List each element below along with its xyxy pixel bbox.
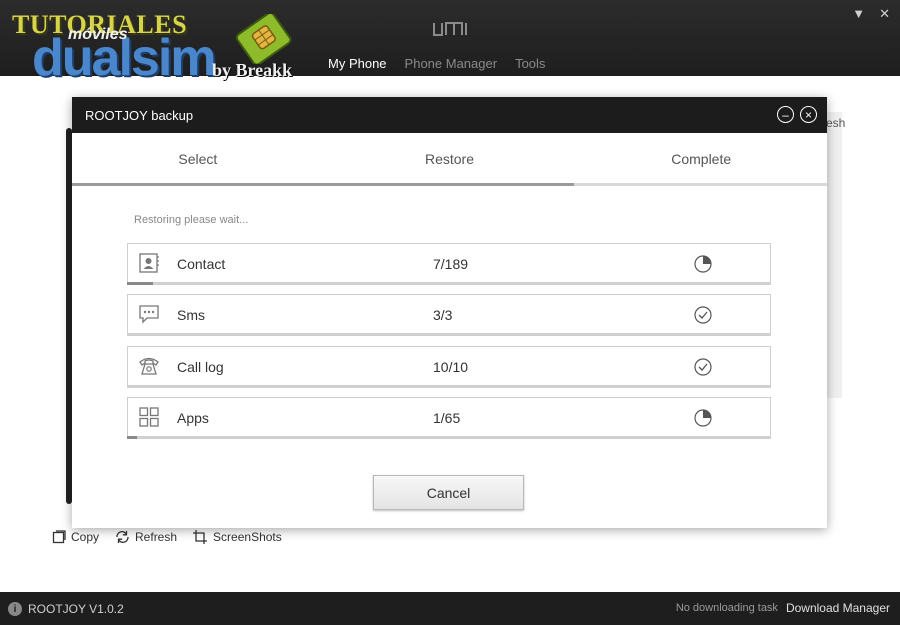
item-count: 1/65	[433, 410, 461, 426]
item-count: 10/10	[433, 359, 469, 375]
dialog-title: ROOTJOY backup	[85, 107, 194, 123]
step-select: Select	[178, 151, 218, 167]
refresh-button[interactable]: Refresh	[115, 530, 177, 544]
restore-item-contact: Contact 7/189	[127, 243, 771, 285]
item-progress-fill	[127, 282, 153, 285]
item-progress-track	[127, 333, 771, 336]
nav-tools[interactable]: Tools	[515, 56, 545, 71]
download-manager-link[interactable]: Download Manager	[786, 601, 890, 615]
restore-status-text: Restoring please wait...	[134, 214, 249, 226]
cancel-button[interactable]: Cancel	[373, 475, 524, 510]
right-side-panel	[826, 112, 842, 398]
restore-item-apps: Apps 1/65	[127, 397, 771, 439]
item-progress-track	[127, 436, 771, 439]
phone-icon	[139, 357, 159, 375]
nav-my-phone[interactable]: My Phone	[328, 56, 387, 71]
dialog-title-bar: ROOTJOY backup – ×	[72, 97, 827, 133]
item-name: Apps	[177, 410, 209, 426]
main-nav: My Phone Phone Manager Tools	[328, 56, 545, 71]
refresh-icon	[116, 531, 129, 543]
download-task-status: No downloading task	[675, 602, 778, 614]
close-icon[interactable]: ×	[800, 106, 817, 123]
item-progress-track	[127, 385, 771, 388]
step-indicator: Select Restore Complete	[72, 133, 827, 186]
item-progress-fill	[127, 436, 137, 439]
step-progress-bar	[72, 183, 574, 186]
item-name: Contact	[177, 256, 226, 272]
close-window-icon[interactable]: ✕	[879, 6, 890, 22]
check-circle-icon	[694, 306, 712, 324]
item-name: Call log	[177, 359, 224, 375]
item-progress-track	[127, 282, 771, 285]
info-icon: i	[8, 602, 22, 616]
backup-dialog: ROOTJOY backup – × Select Restore Comple…	[72, 97, 827, 528]
check-circle-icon	[694, 358, 712, 376]
umi-brand-logo	[432, 20, 468, 45]
menu-dropdown-icon[interactable]: ▼	[852, 6, 865, 22]
status-bar: i ROOTJOY V1.0.2 No downloading task Dow…	[0, 592, 900, 625]
step-complete: Complete	[671, 151, 732, 167]
sim-card-icon	[235, 14, 292, 64]
copy-icon	[52, 530, 66, 544]
step-restore: Restore	[424, 151, 475, 167]
screenshots-button[interactable]: ScreenShots	[193, 530, 282, 544]
screenshot-icon	[193, 530, 208, 544]
loading-spinner-icon	[694, 255, 712, 273]
window-controls: ▼ ✕	[852, 6, 890, 22]
tutoriales-dualsim-watermark-logo: TUTORIALES dualsim móviles by Breakk	[10, 6, 322, 87]
right-panel-text-fragment: esh	[826, 116, 846, 130]
sms-icon	[139, 305, 159, 324]
minimize-icon[interactable]: –	[777, 106, 794, 123]
item-count: 3/3	[433, 307, 453, 323]
restore-item-call-log: Call log 10/10	[127, 346, 771, 388]
loading-spinner-icon	[694, 409, 712, 427]
phone-actions-bar: Copy Refresh ScreenShots	[52, 530, 282, 544]
contact-icon	[139, 253, 159, 273]
copy-button[interactable]: Copy	[52, 530, 99, 544]
restore-item-sms: Sms 3/3	[127, 294, 771, 336]
app-version: ROOTJOY V1.0.2	[28, 602, 124, 616]
item-name: Sms	[177, 307, 205, 323]
apps-icon	[139, 407, 159, 427]
nav-phone-manager[interactable]: Phone Manager	[405, 56, 498, 71]
item-count: 7/189	[433, 256, 469, 272]
